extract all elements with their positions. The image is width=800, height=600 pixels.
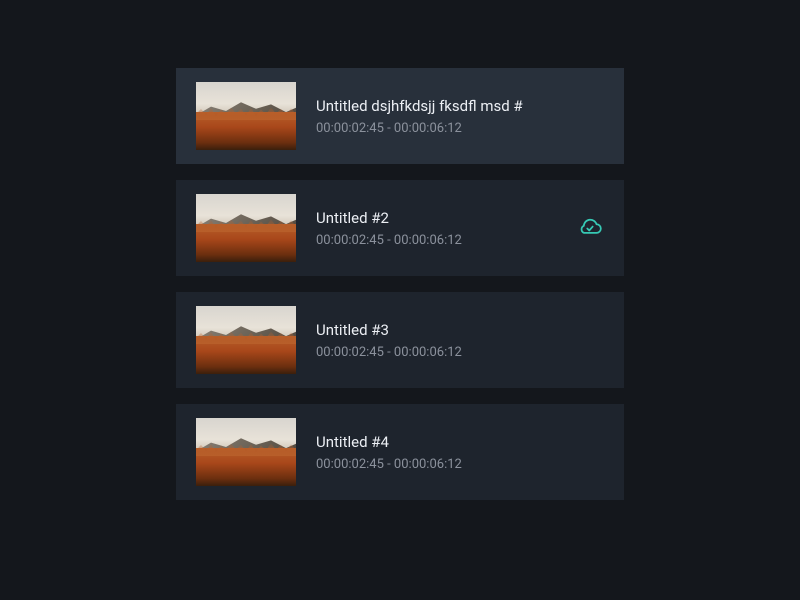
clip-text-block: Untitled #3 00:00:02:45 - 00:00:06:12 <box>316 321 604 360</box>
clip-item[interactable]: Untitled dsjhfkdsjj fksdfl msd # 00:00:0… <box>176 68 624 164</box>
clip-timecode: 00:00:02:45 - 00:00:06:12 <box>316 233 556 248</box>
clip-item[interactable]: Untitled #3 00:00:02:45 - 00:00:06:12 <box>176 292 624 388</box>
clip-title: Untitled #2 <box>316 209 556 227</box>
clip-text-block: Untitled dsjhfkdsjj fksdfl msd # 00:00:0… <box>316 97 604 136</box>
clip-thumbnail <box>196 82 296 150</box>
clip-text-block: Untitled #2 00:00:02:45 - 00:00:06:12 <box>316 209 556 248</box>
clip-title: Untitled #4 <box>316 433 604 451</box>
clip-title: Untitled #3 <box>316 321 604 339</box>
clip-title: Untitled dsjhfkdsjj fksdfl msd # <box>316 97 604 115</box>
cloud-synced-icon <box>576 214 604 242</box>
clip-text-block: Untitled #4 00:00:02:45 - 00:00:06:12 <box>316 433 604 472</box>
clip-thumbnail <box>196 194 296 262</box>
clip-item[interactable]: Untitled #4 00:00:02:45 - 00:00:06:12 <box>176 404 624 500</box>
clip-item[interactable]: Untitled #2 00:00:02:45 - 00:00:06:12 <box>176 180 624 276</box>
clip-thumbnail <box>196 418 296 486</box>
clip-timecode: 00:00:02:45 - 00:00:06:12 <box>316 345 604 360</box>
clip-timecode: 00:00:02:45 - 00:00:06:12 <box>316 457 604 472</box>
clip-timecode: 00:00:02:45 - 00:00:06:12 <box>316 121 604 136</box>
clip-thumbnail <box>196 306 296 374</box>
